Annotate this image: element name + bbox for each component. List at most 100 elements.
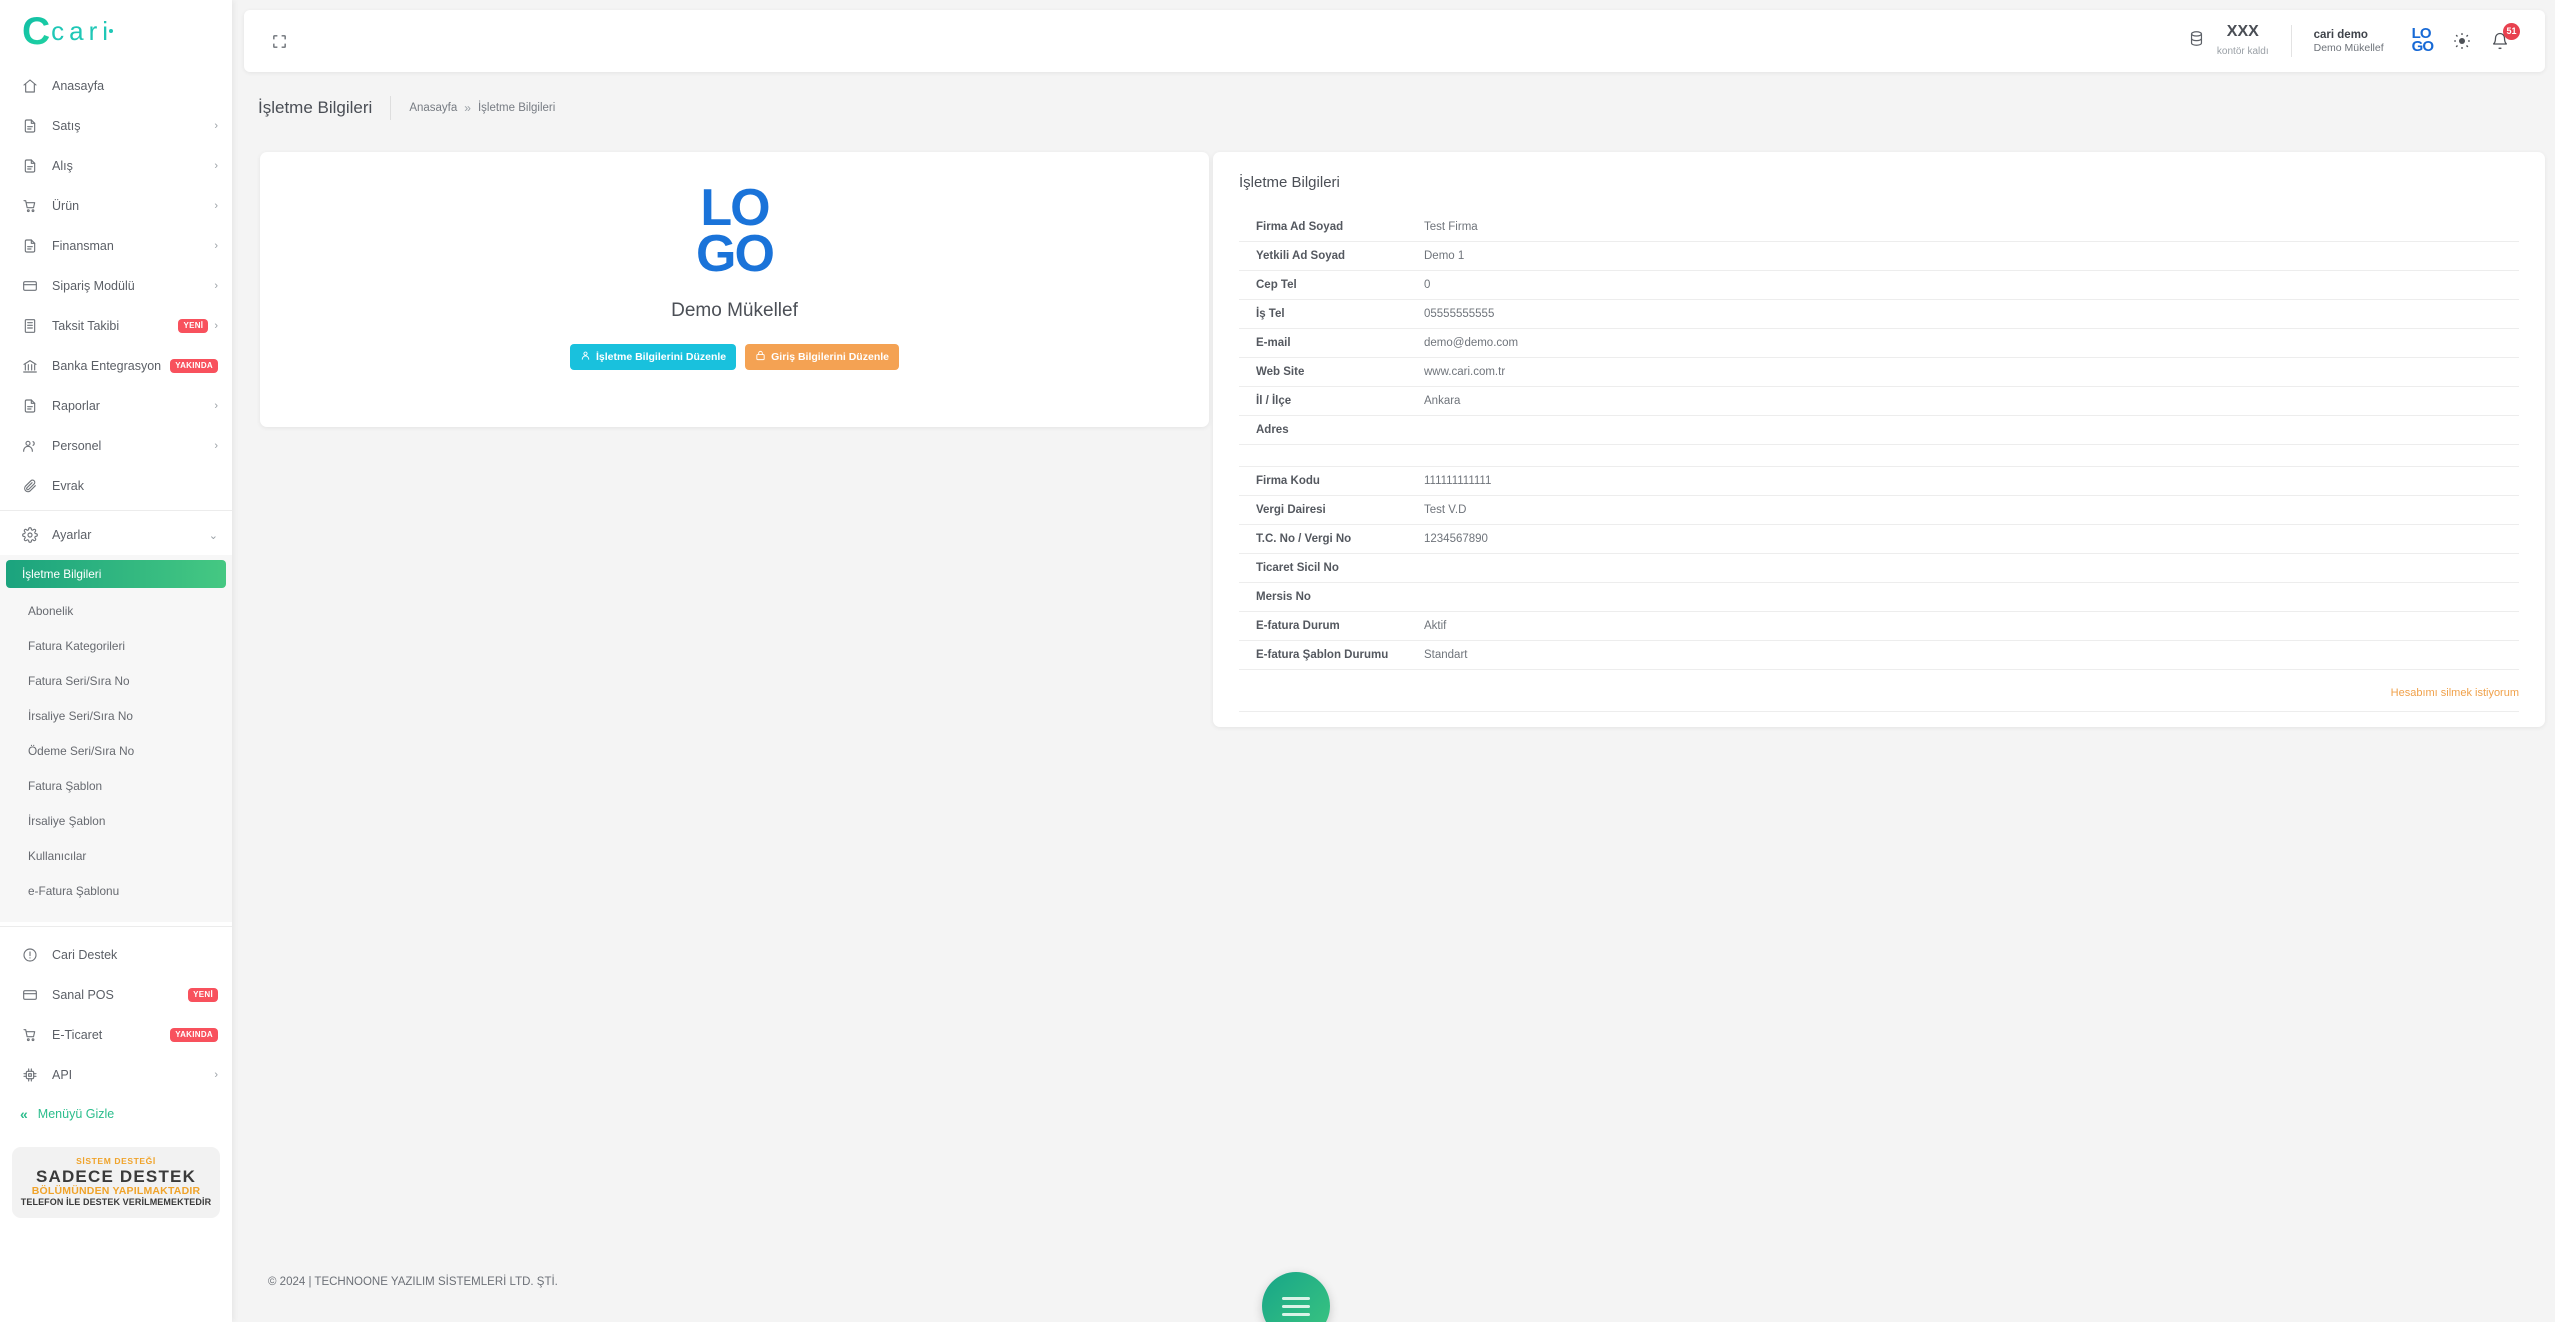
sidebar-item-finansman[interactable]: Finansman ›	[0, 226, 232, 266]
sidebar-item-taksit-takibi[interactable]: Taksit Takibi YENİ ›	[0, 306, 232, 346]
user-account-block[interactable]: cari demo Demo Mükellef	[2292, 28, 2398, 55]
support-line-3: BÖLÜMÜNDEN YAPILMAKTADIR	[31, 1184, 201, 1197]
sidebar-item-label-ayarlar: Ayarlar	[52, 528, 92, 542]
chevron-right-icon: ›	[214, 240, 218, 252]
table-row: İl / İlçe Ankara	[1239, 387, 2519, 416]
detail-value: 0	[1424, 279, 1431, 291]
kontor-indicator[interactable]: XXX kontör kaldı	[2188, 23, 2291, 59]
table-row: Web Site www.cari.com.tr	[1239, 358, 2519, 387]
sidebar-subitem-fatura-ablon[interactable]: Fatura Şablon	[6, 774, 226, 798]
sidebar-item-banka-entegrasyon[interactable]: Banka Entegrasyon YAKINDA	[0, 346, 232, 386]
sidebar-item-sipari-mod-l[interactable]: Sipariş Modülü ›	[0, 266, 232, 306]
document-icon	[22, 237, 44, 255]
breadcrumb-home[interactable]: Anasayfa	[409, 102, 457, 114]
chevron-down-icon: ⌄	[208, 529, 218, 542]
page-header-divider	[390, 96, 392, 120]
table-row: Yetkili Ad Soyad Demo 1	[1239, 242, 2519, 271]
detail-key: Vergi Dairesi	[1256, 504, 1326, 516]
brand-logo[interactable]: C cari	[0, 0, 232, 62]
sidebar-subitem-fatura-kategorileri[interactable]: Fatura Kategorileri	[6, 634, 226, 658]
submenu-spacer	[0, 798, 232, 809]
detail-value: Test Firma	[1424, 221, 1478, 233]
logo-card-actions: İşletme Bilgilerini Düzenle Giriş Bilgil…	[570, 343, 899, 370]
table-row: E-fatura Durum Aktif	[1239, 612, 2519, 641]
chevron-right-icon: ›	[214, 200, 218, 212]
sidebar-item-raporlar[interactable]: Raporlar ›	[0, 386, 232, 426]
sidebar-item-anasayfa[interactable]: Anasayfa	[0, 66, 232, 106]
alert-circle-icon	[22, 946, 44, 964]
detail-value: Demo 1	[1424, 250, 1465, 262]
sidebar-item-api[interactable]: API ›	[0, 1055, 232, 1095]
sidebar-subitem-abonelik[interactable]: Abonelik	[6, 599, 226, 623]
submenu-spacer	[0, 903, 232, 914]
sidebar-item-label: Taksit Takibi	[52, 319, 120, 333]
detail-key: Cep Tel	[1256, 279, 1297, 291]
support-notice-box: SİSTEM DESTEĞİ SADECE DESTEK BÖLÜMÜNDEN …	[12, 1147, 220, 1219]
chevron-right-icon: ›	[214, 400, 218, 412]
table-row: İş Tel 05555555555	[1239, 300, 2519, 329]
chevron-right-icon: ›	[214, 120, 218, 132]
delete-account-link[interactable]: Hesabımı silmek istiyorum	[2391, 687, 2519, 699]
sidebar-item-sat[interactable]: Satış ›	[0, 106, 232, 146]
sidebar-item-r-n[interactable]: Ürün ›	[0, 186, 232, 226]
sidebar-subitem-kullan-c-lar[interactable]: Kullanıcılar	[6, 844, 226, 868]
sidebar-divider-1	[0, 510, 232, 511]
detail-value: Test V.D	[1424, 504, 1467, 516]
detail-value: demo@demo.com	[1424, 337, 1519, 349]
company-details-table: Firma Ad Soyad Test Firma Yetkili Ad Soyad…	[1239, 213, 2519, 670]
sidebar-item-sanal-pos[interactable]: Sanal POS YENİ	[0, 975, 232, 1015]
sidebar-subitem-i-letme-bilgileri[interactable]: İşletme Bilgileri	[6, 560, 226, 588]
detail-key: Firma Kodu	[1256, 475, 1320, 487]
sidebar-subitem-fatura-seri-s-ra-no[interactable]: Fatura Seri/Sıra No	[6, 669, 226, 693]
page-header: İşletme Bilgileri Anasayfa » İşletme Bil…	[258, 96, 555, 120]
table-row: Firma Ad Soyad Test Firma	[1239, 213, 2519, 242]
company-name: Demo Mükellef	[671, 299, 798, 321]
edit-login-info-button[interactable]: Giriş Bilgilerini Düzenle	[745, 343, 899, 370]
company-logo-image: LO GO	[696, 182, 775, 279]
delete-account-row: Hesabımı silmek istiyorum	[1239, 670, 2519, 712]
table-row: Firma Kodu 111111111111	[1239, 467, 2519, 496]
table-row: Ticaret Sicil No	[1239, 554, 2519, 583]
sidebar-subitem-e-fatura-ablonu[interactable]: e-Fatura Şablonu	[6, 879, 226, 903]
sidebar-item-e-ticaret[interactable]: E-Ticaret YAKINDA	[0, 1015, 232, 1055]
bank-icon	[22, 357, 44, 375]
table-row: Cep Tel 0	[1239, 271, 2519, 300]
sidebar-item-label: Sipariş Modülü	[52, 279, 135, 293]
chevron-right-icon: ›	[214, 280, 218, 292]
table-group-spacer	[1239, 445, 2519, 467]
sidebar-subitem-i-rsaliye-seri-s-ra-no[interactable]: İrsaliye Seri/Sıra No	[6, 704, 226, 728]
user-name: cari demo	[2313, 28, 2368, 41]
submenu-spacer	[0, 868, 232, 879]
detail-value: Aktif	[1424, 620, 1447, 632]
sidebar-item-badge: YENİ	[178, 319, 209, 333]
sidebar-subitem-i-rsaliye-ablon[interactable]: İrsaliye Şablon	[6, 809, 226, 833]
fullscreen-icon[interactable]	[264, 26, 294, 56]
sun-icon[interactable]	[2447, 26, 2477, 56]
detail-value	[1424, 583, 2519, 612]
sidebar-item-cari-destek[interactable]: Cari Destek	[0, 935, 232, 975]
detail-value: www.cari.com.tr	[1424, 366, 1506, 378]
sidebar-bottom-menu: Cari Destek Sanal POS YENİ E-Ticaret YAKINDA…	[0, 931, 232, 1095]
edit-company-info-button[interactable]: İşletme Bilgilerini Düzenle	[570, 343, 737, 370]
company-details-title: İşletme Bilgileri	[1239, 174, 1340, 191]
detail-key: İl / İlçe	[1256, 395, 1292, 407]
hide-menu-button[interactable]: « Menüyü Gizle	[0, 1095, 232, 1133]
sidebar-item-personel[interactable]: Personel ›	[0, 426, 232, 466]
floating-menu-button[interactable]	[1262, 1272, 1330, 1322]
home-icon	[22, 77, 44, 95]
customer-logo-line2: GO	[2411, 37, 2434, 55]
sidebar-subitem-deme-seri-s-ra-no[interactable]: Ödeme Seri/Sıra No	[6, 739, 226, 763]
sidebar-item-label: Banka Entegrasyon	[52, 359, 162, 373]
sidebar-item-ayarlar[interactable]: Ayarlar ⌄	[0, 515, 232, 555]
notification-bell[interactable]: 51	[2485, 22, 2520, 56]
sidebar-main-menu: Anasayfa Satış › Alış › Ürün › Finansman › Sipari…	[0, 62, 232, 506]
sidebar-item-evrak[interactable]: Evrak	[0, 466, 232, 506]
sidebar-item-al[interactable]: Alış ›	[0, 146, 232, 186]
sidebar-submenu-ayarlar: İşletme Bilgileri Abonelik Fatura Kategori…	[0, 555, 232, 922]
chevron-right-icon: ›	[214, 320, 218, 332]
submenu-spacer	[0, 588, 232, 599]
table-row: Vergi Dairesi Test V.D	[1239, 496, 2519, 525]
customer-logo: LO GO	[2411, 26, 2434, 55]
sidebar-item-badge: YENİ	[188, 988, 218, 1002]
sidebar-item-label: E-Ticaret	[52, 1028, 103, 1042]
